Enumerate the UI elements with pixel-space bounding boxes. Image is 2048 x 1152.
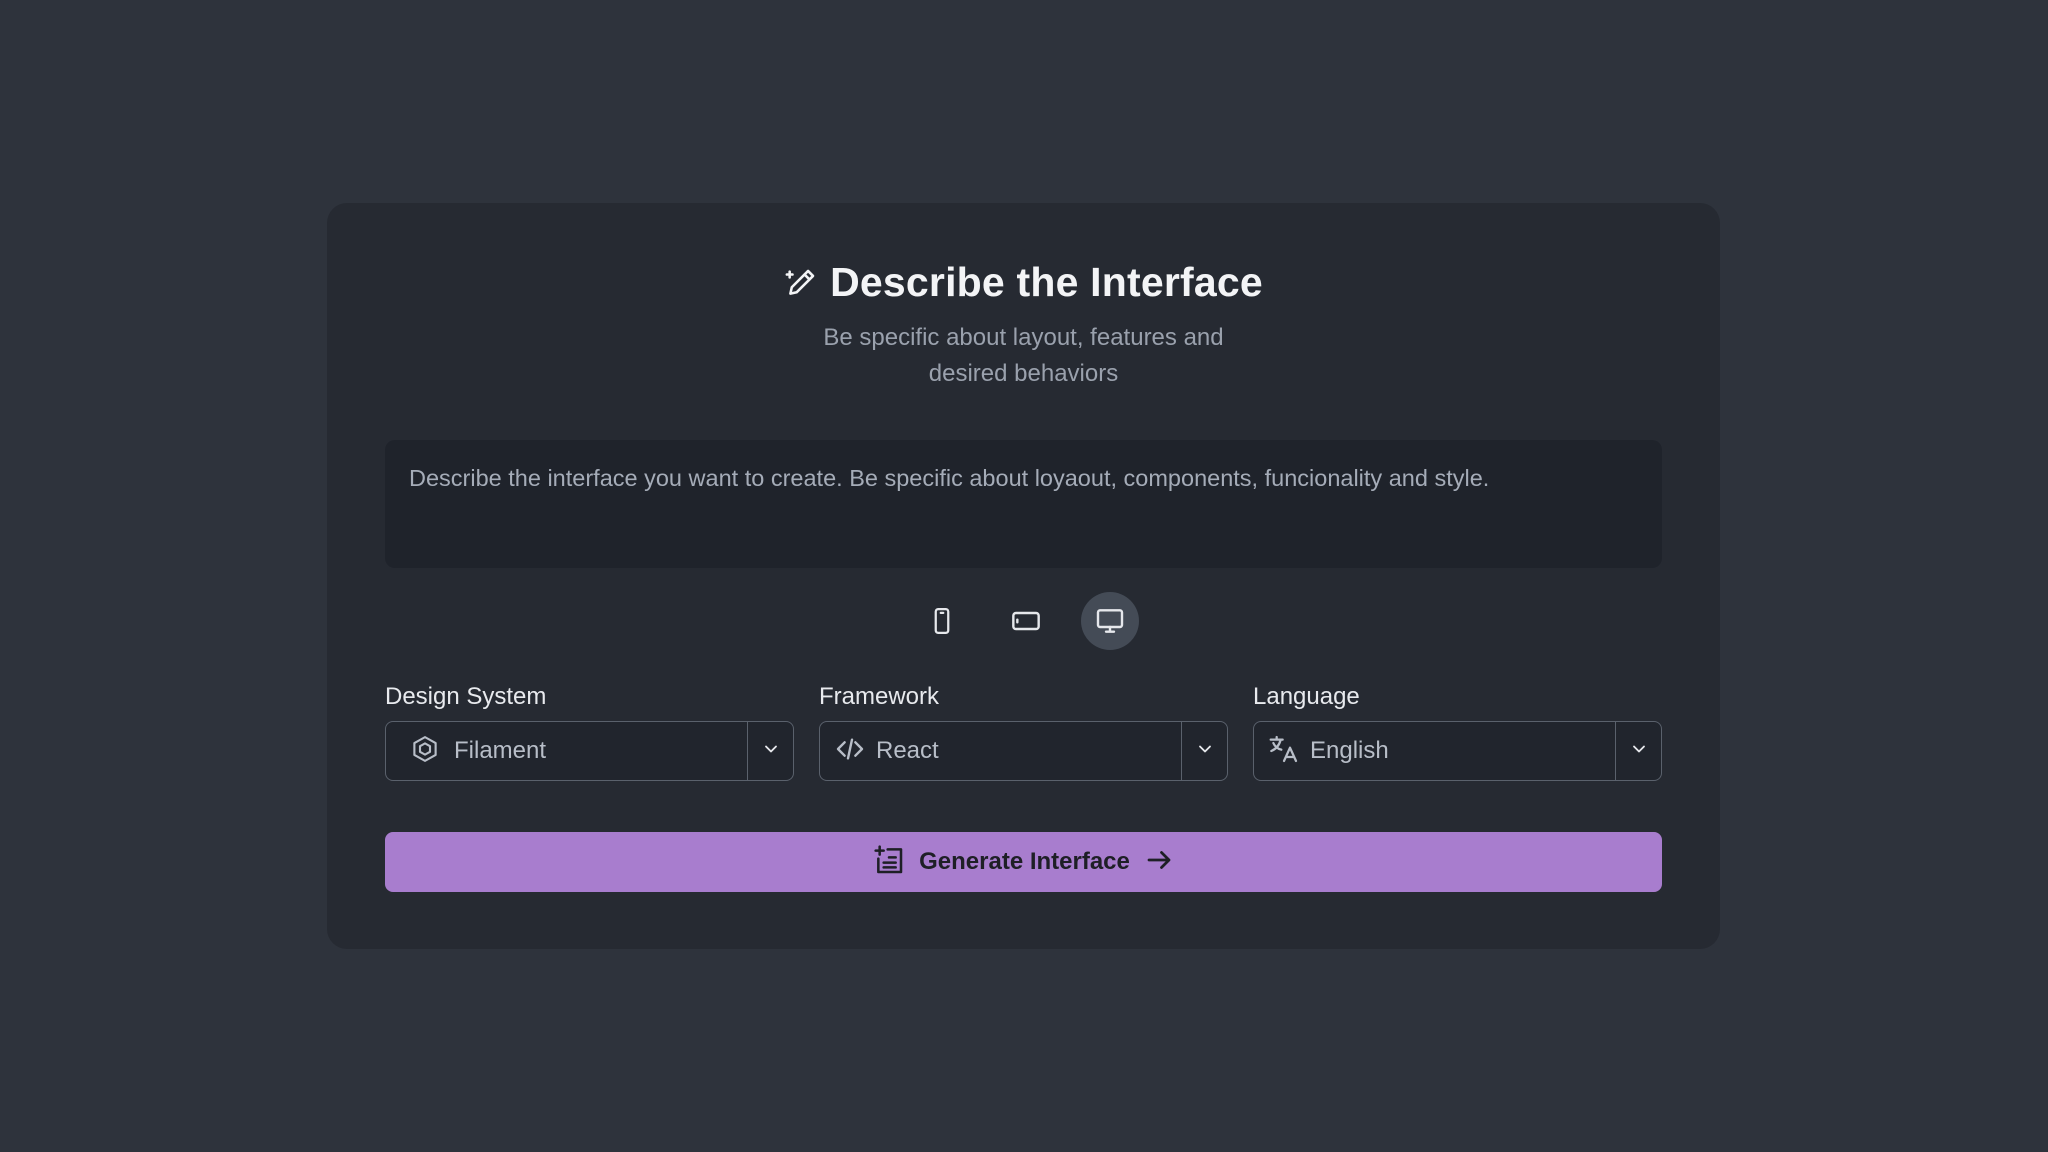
device-selector [327,592,1720,650]
prompt-text[interactable]: Describe the interface you want to creat… [409,462,1638,494]
page-title: Describe the Interface [830,259,1263,305]
design-system-label: Design System [385,683,547,710]
arrow-right-icon [1144,845,1174,880]
framework-select[interactable]: React [819,721,1228,781]
design-system-dropdown-toggle[interactable] [747,722,793,780]
framework-dropdown-toggle[interactable] [1181,722,1227,780]
header: Describe the Interface Be specific about… [327,259,1720,392]
language-select[interactable]: English [1253,721,1662,781]
prompt-textarea[interactable]: Describe the interface you want to creat… [385,440,1662,568]
framework-selector: Framework React [819,679,1228,781]
design-system-value: Filament [454,737,547,764]
hexagon-box-icon [410,734,440,769]
framework-select-main[interactable]: React [820,722,1181,780]
monitor-icon [1094,605,1126,637]
framework-label: Framework [819,683,940,710]
code-icon [834,733,866,770]
add-layout-icon [873,844,905,881]
framework-value: React [876,737,939,764]
smartphone-icon [927,606,957,636]
page-subtitle: Be specific about layout, features and d… [823,324,1224,387]
language-selector: Language English [1253,679,1662,781]
language-value: English [1310,737,1389,764]
device-desktop-button[interactable] [1080,592,1139,650]
chevron-down-icon [1195,739,1215,764]
generator-card: Describe the Interface Be specific about… [327,203,1720,949]
device-tablet-button[interactable] [997,592,1055,650]
translate-icon [1268,733,1300,770]
tablet-landscape-icon [1010,605,1042,637]
magic-pencil-icon [784,266,818,300]
chevron-down-icon [1629,739,1649,764]
design-system-select[interactable]: Filament [385,721,794,781]
selectors-row: Design System Filament Framework React L… [385,679,1662,781]
generate-interface-label: Generate Interface [919,848,1130,875]
design-system-select-main[interactable]: Filament [386,722,747,780]
design-system-selector: Design System Filament [385,679,794,781]
generate-interface-button[interactable]: Generate Interface [385,832,1662,892]
title-row: Describe the Interface [784,259,1263,306]
language-dropdown-toggle[interactable] [1615,722,1661,780]
device-mobile-button[interactable] [913,592,971,650]
chevron-down-icon [761,739,781,764]
language-select-main[interactable]: English [1254,722,1615,780]
language-label: Language [1253,683,1360,710]
